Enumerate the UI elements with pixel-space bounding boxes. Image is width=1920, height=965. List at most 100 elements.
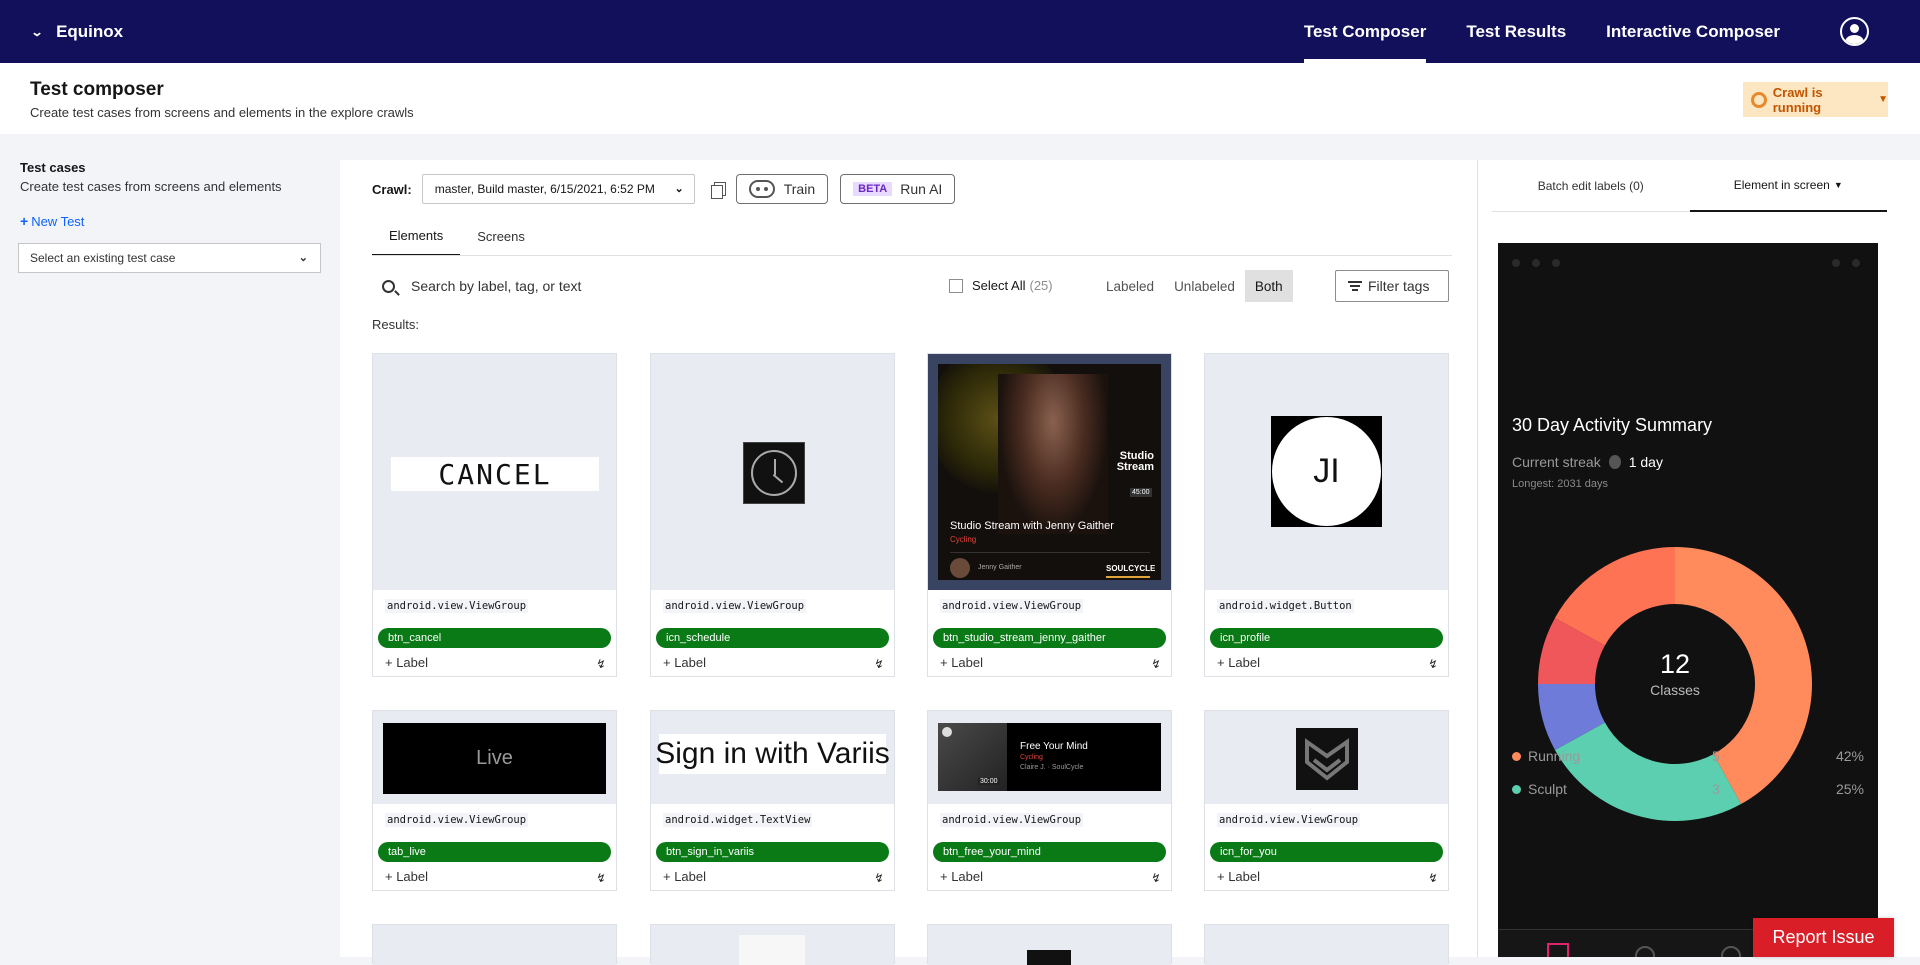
element-thumbnail: Studio Stream 45:00 Studio Stream with J…	[928, 354, 1171, 590]
brand-switcher[interactable]: ⌄ Equinox	[30, 0, 123, 63]
page-subtitle: Create test cases from screens and eleme…	[30, 105, 414, 120]
tab-elements[interactable]: Elements	[372, 216, 461, 256]
element-preview-panel: Batch edit labels (0) Element in screen …	[1477, 160, 1920, 957]
add-label-button[interactable]: + Label	[663, 869, 706, 884]
add-label-button[interactable]: + Label	[940, 655, 983, 670]
bolt-icon[interactable]: ↯	[872, 871, 885, 885]
soulcycle-logo: SOULCYCLE	[1106, 564, 1156, 573]
studio-stream-logo: Studio Stream	[1116, 449, 1154, 473]
add-label-button[interactable]: + Label	[940, 869, 983, 884]
globe-icon	[1635, 946, 1655, 957]
tab-screens[interactable]: Screens	[460, 216, 542, 256]
filter-icon	[1348, 281, 1362, 291]
bolt-icon[interactable]: ↯	[1149, 657, 1162, 671]
class-title: Free Your Mind	[1020, 741, 1088, 752]
copy-icon[interactable]	[710, 181, 726, 199]
tab-element-in-screen[interactable]: Element in screen ▼	[1689, 160, 1887, 212]
bolt-icon[interactable]: ↯	[594, 871, 607, 885]
element-card[interactable]: Live android.view.ViewGroup tab_live + L…	[372, 710, 617, 891]
existing-test-select[interactable]: Select an existing test case ⌄	[18, 243, 321, 273]
legend-name: Sculpt	[1528, 781, 1567, 797]
nav-test-composer[interactable]: Test Composer	[1284, 0, 1447, 63]
filter-tags-button[interactable]: Filter tags	[1335, 270, 1449, 302]
train-button[interactable]: Train	[735, 174, 829, 204]
element-card[interactable]: Sign in with Variis android.widget.TextV…	[650, 710, 895, 891]
element-card[interactable]	[372, 924, 617, 965]
bolt-icon[interactable]: ↯	[1426, 871, 1439, 885]
inbox-icon	[1547, 943, 1569, 957]
legend-dot	[1512, 785, 1521, 794]
nav-interactive-composer[interactable]: Interactive Composer	[1586, 0, 1800, 63]
page-header: Test composer Create test cases from scr…	[0, 63, 1920, 134]
preview-tabs: Batch edit labels (0) Element in screen …	[1492, 160, 1887, 212]
existing-test-placeholder: Select an existing test case	[30, 251, 176, 265]
filter-labeled[interactable]: Labeled	[1096, 270, 1164, 302]
plus-icon: +	[20, 213, 29, 229]
add-label-button[interactable]: + Label	[385, 869, 428, 884]
add-label-button[interactable]: + Label	[663, 655, 706, 670]
element-card[interactable]: JI android.widget.Button icn_profile + L…	[1204, 353, 1449, 677]
classes-count: 12	[1659, 649, 1691, 679]
filter-unlabeled[interactable]: Unlabeled	[1164, 270, 1245, 302]
chevron-down-icon: ▼	[1833, 180, 1843, 190]
element-thumbnail	[373, 925, 616, 965]
donut-segment	[1554, 722, 1742, 821]
clock-icon	[743, 442, 805, 504]
element-card[interactable]: android.view.ViewGroup icn_for_you + Lab…	[1204, 710, 1449, 891]
chevron-down-icon: ⌄	[30, 24, 44, 39]
bolt-icon[interactable]: ↯	[1149, 871, 1162, 885]
check-icon	[942, 727, 952, 737]
element-card[interactable]	[650, 924, 895, 965]
filter-both[interactable]: Both	[1244, 270, 1293, 302]
element-class: android.view.ViewGroup	[1217, 813, 1361, 827]
thumbnail-text: CANCEL	[391, 457, 599, 491]
element-class: android.view.ViewGroup	[385, 599, 529, 613]
run-ai-label: Run AI	[900, 181, 943, 197]
add-label-button[interactable]: + Label	[1217, 655, 1260, 670]
class-genre: Cycling	[950, 535, 977, 544]
add-label-button[interactable]: + Label	[385, 655, 428, 670]
element-card[interactable]	[927, 924, 1172, 965]
legend-count: 5	[1712, 748, 1720, 764]
for-you-icon	[1296, 728, 1358, 790]
element-card[interactable]: android.view.ViewGroup icn_schedule + La…	[650, 353, 895, 677]
main-nav: Test Composer Test Results Interactive C…	[1284, 0, 1800, 63]
crawl-label: Crawl:	[372, 181, 412, 197]
element-card[interactable]	[1204, 924, 1449, 965]
instructor-avatar	[950, 558, 970, 578]
select-all[interactable]: Select All (25)	[949, 278, 1053, 293]
element-tag: icn_for_you	[1210, 842, 1443, 862]
page-title: Test composer	[30, 79, 164, 100]
element-thumbnail	[1205, 711, 1448, 804]
chevron-down-icon: ⌄	[298, 252, 308, 264]
element-class: android.view.ViewGroup	[940, 813, 1084, 827]
crawl-status-dropdown[interactable]: Crawl is running ▼	[1743, 82, 1888, 117]
element-card[interactable]: CANCEL android.view.ViewGroup btn_cancel…	[372, 353, 617, 677]
tab-batch-edit-labels[interactable]: Batch edit labels (0)	[1492, 160, 1690, 212]
crawl-toolbar: Crawl: master, Build master, 6/15/2021, …	[372, 173, 956, 205]
spinner-icon	[1751, 91, 1767, 108]
nav-test-results[interactable]: Test Results	[1446, 0, 1586, 63]
screen-preview: 30 Day Activity Summary Current streak 1…	[1498, 243, 1878, 957]
bolt-icon[interactable]: ↯	[872, 657, 885, 671]
run-ai-button[interactable]: BETA Run AI	[840, 174, 956, 204]
select-all-checkbox[interactable]	[949, 278, 963, 293]
legend-percent: 42%	[1835, 748, 1864, 764]
report-issue-button[interactable]: Report Issue	[1753, 918, 1894, 957]
element-tag: tab_live	[378, 842, 611, 862]
label-filter-group: Labeled Unlabeled Both	[1096, 270, 1293, 302]
element-thumbnail	[928, 925, 1171, 965]
search-input[interactable]	[411, 278, 811, 294]
tab-divider	[372, 255, 1452, 256]
element-card[interactable]: Studio Stream 45:00 Studio Stream with J…	[927, 353, 1172, 677]
add-label-button[interactable]: + Label	[1217, 869, 1260, 884]
element-thumbnail: CANCEL	[373, 354, 616, 590]
user-avatar-icon[interactable]	[1840, 17, 1869, 46]
new-test-link[interactable]: + New Test	[20, 213, 84, 229]
bolt-icon[interactable]: ↯	[1426, 657, 1439, 671]
bolt-icon[interactable]: ↯	[594, 657, 607, 671]
element-card[interactable]: 30:00 Free Your Mind Cycling Claire J. ·…	[927, 710, 1172, 891]
element-class: android.widget.Button	[1217, 599, 1354, 613]
element-thumbnail: Sign in with Variis	[651, 711, 894, 804]
crawl-select[interactable]: master, Build master, 6/15/2021, 6:52 PM…	[421, 174, 695, 204]
